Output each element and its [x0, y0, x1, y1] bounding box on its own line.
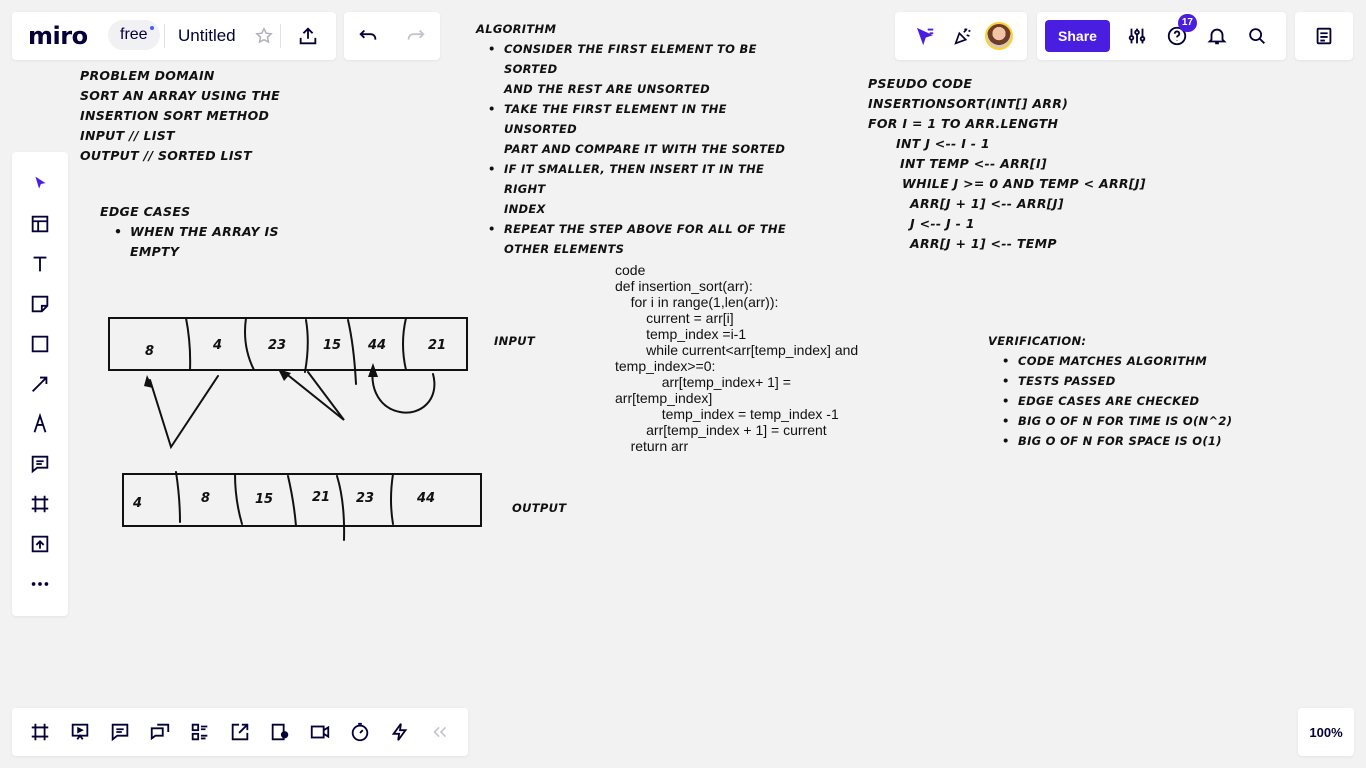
output-label: OUTPUT: [512, 501, 567, 515]
input-cell: 8: [145, 344, 155, 359]
output-cell: 21: [312, 490, 331, 505]
input-cell: 4: [213, 338, 223, 353]
arrowhead-1: [144, 375, 153, 388]
swap-arrow-2: [283, 371, 345, 421]
input-label: INPUT: [494, 334, 536, 348]
swap-arrow-1: [149, 375, 219, 450]
output-array-dividers: [175, 471, 394, 541]
output-cell: 4: [133, 496, 143, 511]
output-cell: 15: [255, 492, 274, 507]
output-cell: 8: [201, 491, 211, 506]
output-cell: 23: [356, 491, 375, 506]
input-cell: 21: [428, 338, 447, 353]
input-cell: 44: [368, 338, 387, 353]
input-cell: 23: [268, 338, 287, 353]
output-cell: 44: [417, 491, 436, 506]
input-cell: 15: [323, 338, 342, 353]
swap-arrow-3: [371, 367, 436, 414]
input-array-box: [108, 317, 468, 371]
array-diagram: [108, 317, 482, 541]
